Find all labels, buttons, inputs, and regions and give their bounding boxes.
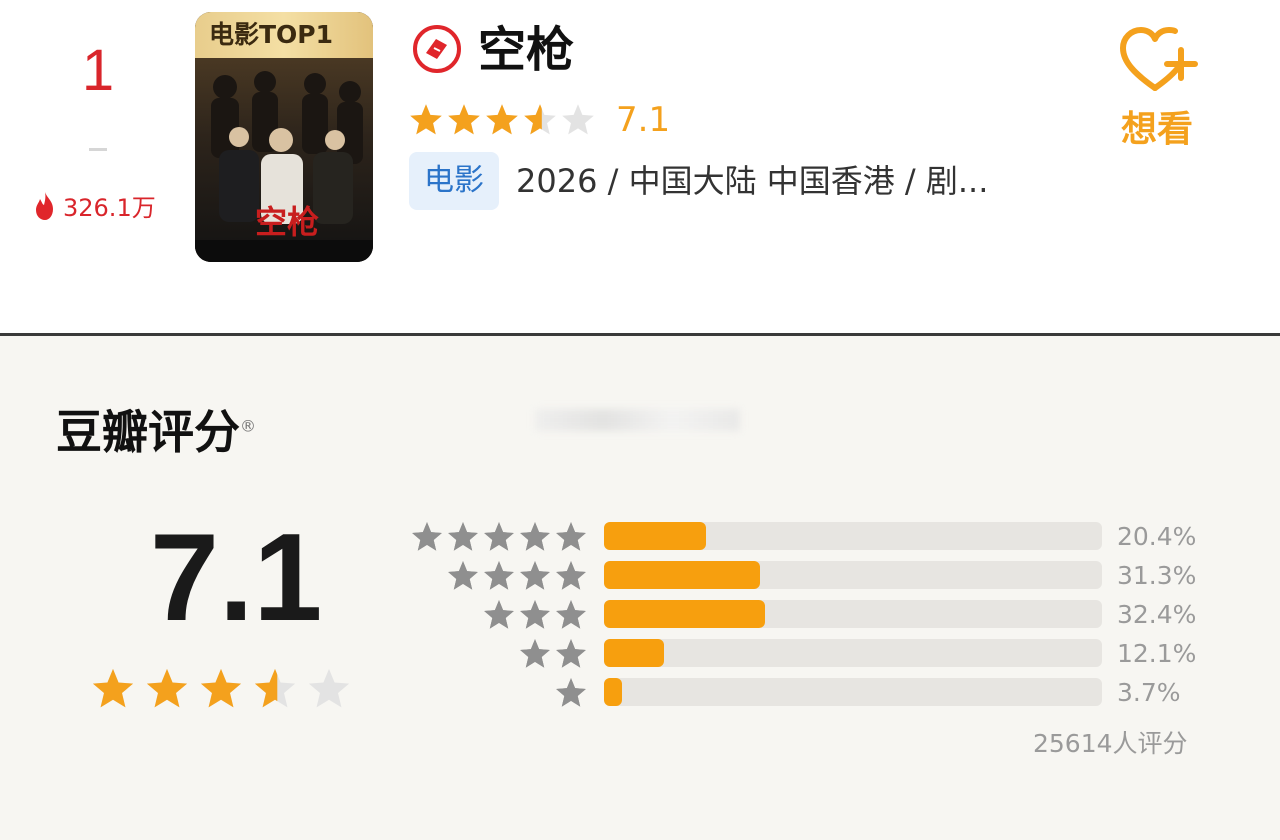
distribution-percent: 12.1% <box>1117 639 1197 668</box>
distribution-stars <box>518 637 588 671</box>
distribution-bar <box>604 561 760 589</box>
distribution-stars <box>446 559 588 593</box>
distribution-stars <box>410 520 588 554</box>
distribution-percent: 31.3% <box>1117 561 1197 590</box>
distribution-stars <box>482 598 588 632</box>
distribution-stars <box>554 676 588 710</box>
hot-value-text: 326.1万 <box>63 194 156 222</box>
star-icon <box>484 600 514 629</box>
douban-rating-panel: 豆瓣评分® 7.1 20.4% 31.3% 32.4% 12.1% 3.7% 25614… <box>0 336 1280 840</box>
star-icon <box>556 678 586 707</box>
star-icon <box>556 561 586 590</box>
want-to-watch-button[interactable]: 想看 <box>1112 24 1202 152</box>
star-icon <box>520 639 550 668</box>
registered-mark: ® <box>240 416 256 436</box>
flame-icon <box>36 191 53 220</box>
distribution-bar-track <box>604 600 1102 628</box>
hot-value: 326.1万 <box>33 188 156 223</box>
star-icon <box>484 561 514 590</box>
star-icon <box>484 522 514 551</box>
distribution-bar-track <box>604 561 1102 589</box>
rating-count: 25614人评分 <box>1033 729 1188 758</box>
distribution-bar-track <box>604 678 1102 706</box>
heart-plus-icon <box>1120 27 1198 91</box>
star-icon <box>410 104 442 135</box>
distribution-bar <box>604 600 766 628</box>
star-icon <box>486 104 518 135</box>
star-icon <box>556 522 586 551</box>
star-icon <box>562 104 594 135</box>
rating-stars <box>408 102 596 138</box>
douban-title: 豆瓣评分® <box>56 396 256 462</box>
distribution-row: 20.4% <box>0 520 1280 554</box>
distribution-row: 12.1% <box>0 637 1280 671</box>
movie-type-tag: 电影 <box>409 152 499 210</box>
star-icon <box>556 639 586 668</box>
blurred-text <box>535 409 740 431</box>
distribution-percent: 20.4% <box>1117 522 1197 551</box>
distribution-row: 31.3% <box>0 559 1280 593</box>
rank-number: 1 <box>81 38 115 103</box>
distribution-row: 3.7% <box>0 676 1280 710</box>
poster-title-art: 空枪 <box>255 203 320 241</box>
star-icon <box>520 522 550 551</box>
distribution-bar <box>604 522 706 550</box>
want-to-watch-label: 想看 <box>1120 109 1193 150</box>
star-icon <box>524 104 556 135</box>
movie-poster[interactable]: 电影TOP1 空枪 <box>195 12 373 262</box>
ticket-icon <box>413 25 461 73</box>
movie-card[interactable]: 1 326.1万 电影TOP1 空枪 空枪 7.1 电影 2026 / 中国大陆… <box>0 0 1280 333</box>
distribution-percent: 3.7% <box>1117 678 1181 707</box>
rating-score: 7.1 <box>616 100 671 140</box>
distribution-percent: 32.4% <box>1117 600 1197 629</box>
star-icon <box>520 600 550 629</box>
star-icon <box>448 104 480 135</box>
rank-change-indicator <box>89 148 107 151</box>
star-icon <box>556 600 586 629</box>
movie-title[interactable]: 空枪 <box>478 20 574 80</box>
douban-title-text: 豆瓣评分 <box>56 405 240 459</box>
distribution-bar <box>604 639 665 667</box>
distribution-bar-track <box>604 639 1102 667</box>
movie-meta: 2026 / 中国大陆 中国香港 / 剧... <box>516 162 989 200</box>
distribution-row: 32.4% <box>0 598 1280 632</box>
distribution-bar <box>604 678 623 706</box>
star-icon <box>412 522 442 551</box>
poster-top-badge: 电影TOP1 <box>195 12 373 58</box>
star-icon <box>448 522 478 551</box>
star-icon <box>448 561 478 590</box>
star-icon <box>520 561 550 590</box>
distribution-bar-track <box>604 522 1102 550</box>
